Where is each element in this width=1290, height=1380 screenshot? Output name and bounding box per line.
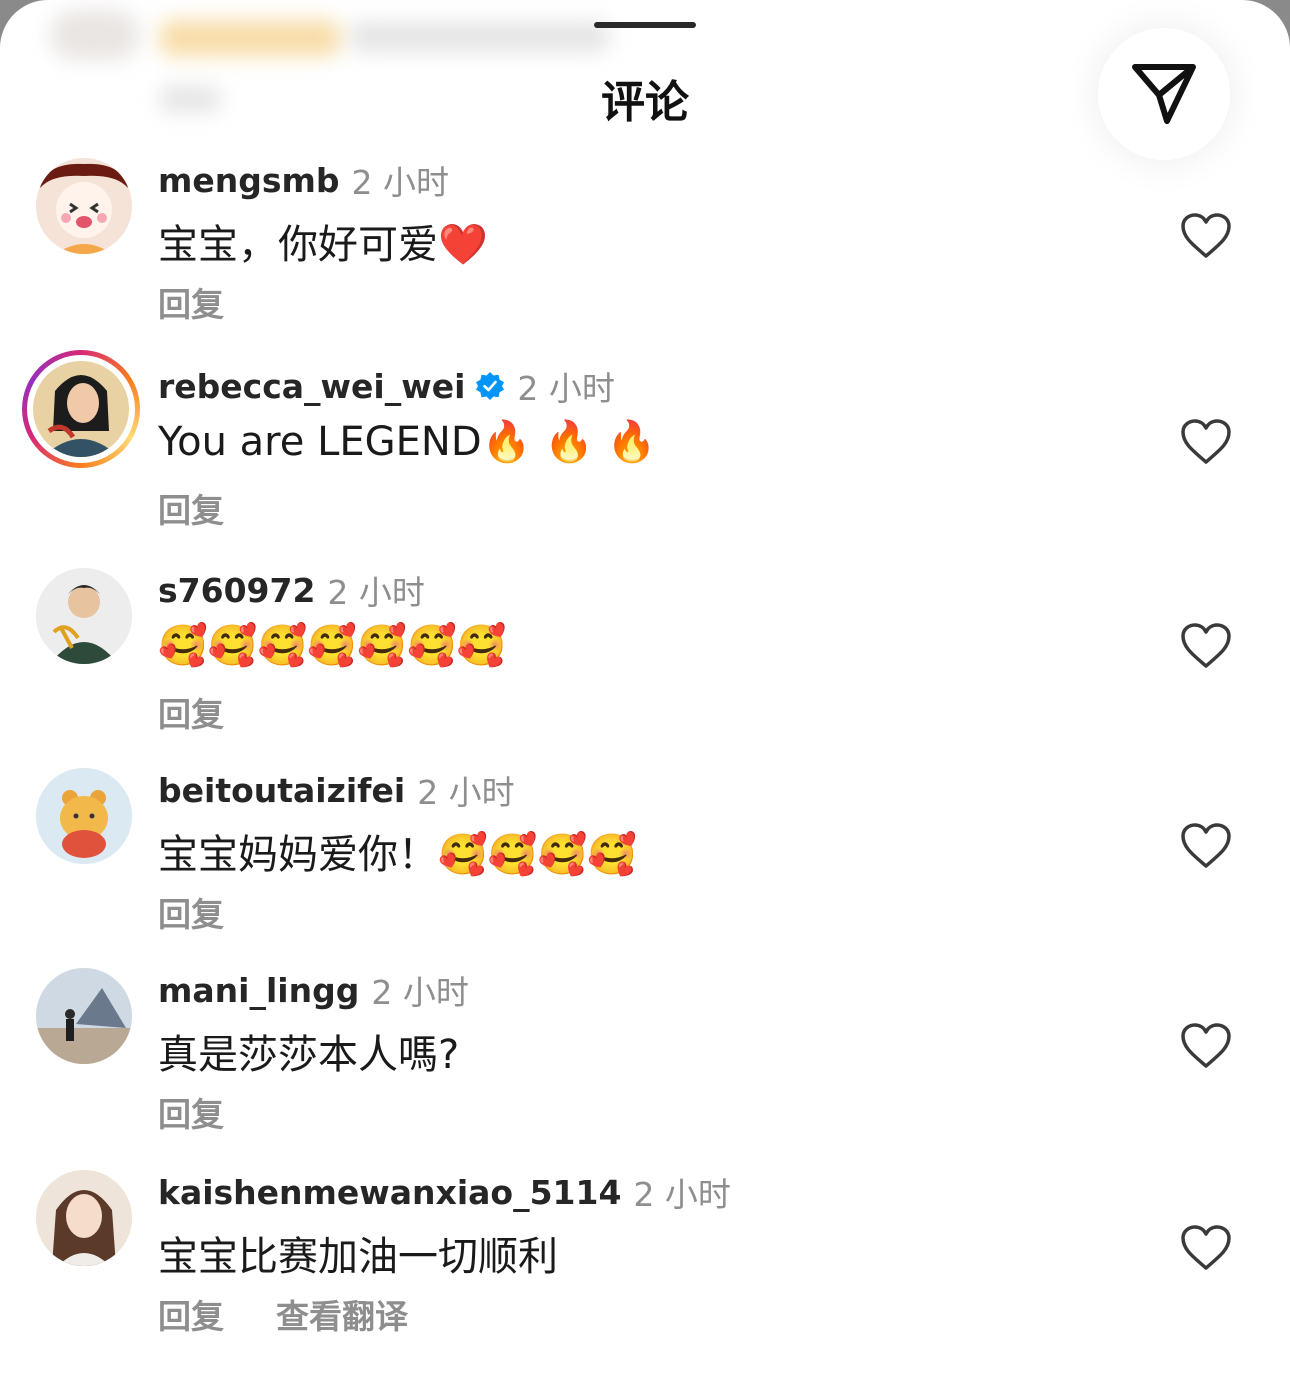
reply-button[interactable]: 回复 — [158, 484, 224, 532]
avatar[interactable] — [36, 568, 132, 664]
comment-timestamp: 2 小时 — [417, 773, 515, 812]
comment-username[interactable]: kaishenmewanxiao_5114 — [158, 1173, 621, 1212]
paper-plane-icon — [1132, 64, 1196, 124]
comment-username[interactable]: s760972 — [158, 571, 315, 610]
comment-item: mani_lingg 2 小时 真是莎莎本人嗎? 回复 — [0, 968, 1290, 1158]
comment-timestamp: 2 小时 — [371, 973, 469, 1012]
reply-button[interactable]: 回复 — [158, 278, 224, 326]
comments-sheet: 评论 mengsmb 2 小时 宝宝，你好可爱❤️ 回复 rebecca_wei… — [0, 0, 1290, 1380]
comment-item: s760972 2 小时 🥰🥰🥰🥰🥰🥰🥰 回复 — [0, 568, 1290, 758]
comment-username[interactable]: rebecca_wei_wei — [158, 367, 465, 406]
avatar[interactable] — [36, 768, 132, 864]
comment-item: kaishenmewanxiao_5114 2 小时 宝宝比赛加油一切顺利 回复… — [0, 1170, 1290, 1360]
see-translation-button[interactable]: 查看翻译 — [276, 1290, 408, 1338]
heart-icon[interactable] — [1180, 1224, 1232, 1272]
avatar[interactable] — [36, 1170, 132, 1266]
comment-timestamp: 2 小时 — [633, 1175, 731, 1214]
heart-icon[interactable] — [1180, 822, 1232, 870]
heart-icon[interactable] — [1180, 1022, 1232, 1070]
heart-icon[interactable] — [1180, 418, 1232, 466]
comment-username[interactable]: beitoutaizifei — [158, 771, 405, 810]
comment-item: beitoutaizifei 2 小时 宝宝妈妈爱你！🥰🥰🥰🥰 回复 — [0, 768, 1290, 958]
share-button[interactable] — [1098, 28, 1230, 160]
comment-text: You are LEGEND🔥 🔥 🔥 — [158, 419, 657, 465]
page-title: 评论 — [601, 77, 689, 128]
comment-username[interactable]: mengsmb — [158, 161, 340, 200]
comment-text: 🥰🥰🥰🥰🥰🥰🥰 — [158, 623, 507, 669]
avatar[interactable] — [36, 158, 132, 254]
verified-badge-icon — [476, 372, 505, 400]
comment-text: 真是莎莎本人嗎? — [158, 1032, 460, 1078]
heart-icon[interactable] — [1180, 212, 1232, 260]
reply-button[interactable]: 回复 — [158, 688, 224, 736]
comment-timestamp: 2 小时 — [517, 369, 615, 408]
comment-timestamp: 2 小时 — [351, 163, 450, 202]
sheet-drag-handle[interactable] — [594, 22, 696, 28]
reply-button[interactable]: 回复 — [158, 888, 224, 936]
comment-text: 宝宝妈妈爱你！🥰🥰🥰🥰 — [158, 832, 638, 878]
story-ring-avatar[interactable] — [22, 350, 140, 468]
comment-item: mengsmb 2 小时 宝宝，你好可爱❤️ 回复 — [0, 158, 1290, 348]
avatar[interactable] — [36, 968, 132, 1064]
comment-text: 宝宝，你好可爱❤️ — [158, 222, 488, 268]
heart-icon[interactable] — [1180, 622, 1232, 670]
comment-text: 宝宝比赛加油一切顺利 — [158, 1234, 558, 1280]
comment-timestamp: 2 小时 — [327, 573, 425, 612]
reply-button[interactable]: 回复 — [158, 1088, 224, 1136]
reply-button[interactable]: 回复 — [158, 1290, 224, 1338]
comment-username[interactable]: mani_lingg — [158, 971, 359, 1010]
comment-item: rebecca_wei_wei 2 小时 You are LEGEND🔥 🔥 🔥… — [0, 350, 1290, 554]
